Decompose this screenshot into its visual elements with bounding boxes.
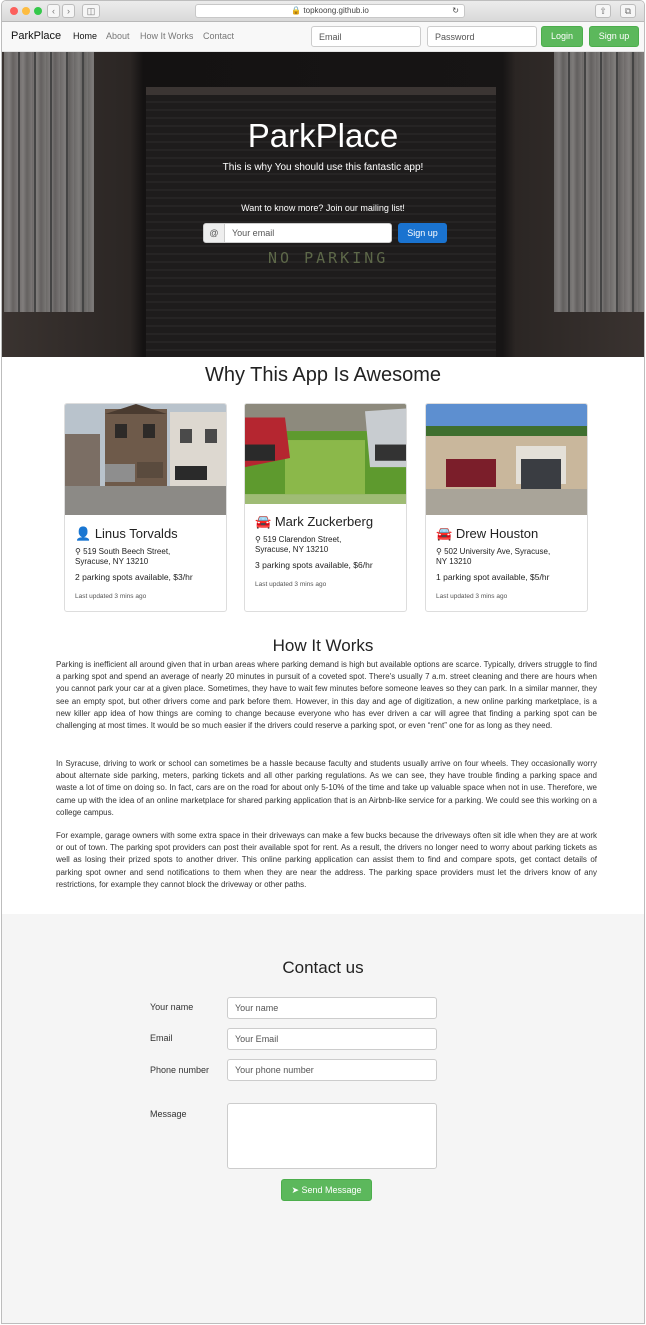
right-window-bars xyxy=(554,52,644,312)
send-message-button[interactable]: ➤ Send Message xyxy=(281,1179,372,1201)
left-window-bars xyxy=(4,52,94,312)
close-window-icon[interactable] xyxy=(10,7,18,15)
map-marker-icon: ⚲ xyxy=(436,547,442,556)
paper-plane-icon: ➤ xyxy=(291,1185,299,1195)
login-password-input[interactable]: Password xyxy=(427,26,537,47)
nav-about[interactable]: About xyxy=(106,31,130,41)
card-updated: Last updated 3 mins ago xyxy=(75,593,147,600)
contact-title: Contact us xyxy=(282,958,364,977)
how-paragraph: For example, garage owners with some ext… xyxy=(56,831,597,889)
listing-card[interactable]: 🚘 Mark Zuckerberg ⚲ 519 Clarendon Street… xyxy=(244,403,407,612)
lock-icon: 🔒 xyxy=(291,6,302,15)
garage-photo xyxy=(426,404,587,515)
card-address: ⚲ 519 Clarendon Street, Syracuse, NY 132… xyxy=(255,535,342,554)
browser-window: ‹ › ◫ 🔒 topkoong.github.io ↻ ⇧ ⧉ ParkPla… xyxy=(1,0,645,1324)
phone-input[interactable]: Your phone number xyxy=(227,1059,437,1081)
nav-home[interactable]: Home xyxy=(73,31,97,41)
nav-how-it-works[interactable]: How It Works xyxy=(140,31,193,41)
card-address: ⚲ 519 South Beech Street, Syracuse, NY 1… xyxy=(75,547,171,566)
mailing-signup-button[interactable]: Sign up xyxy=(398,223,447,243)
card-address: ⚲ 502 University Ave, Syracuse, NY 13210 xyxy=(436,547,551,566)
hero-subtitle: This is why You should use this fantasti… xyxy=(222,162,424,173)
tabs-icon[interactable]: ⧉ xyxy=(620,4,636,18)
mailing-email-input[interactable]: Your email xyxy=(224,223,392,243)
user-icon: 👤 xyxy=(75,526,92,541)
email-input[interactable]: Your Email xyxy=(227,1028,437,1050)
nav-signup-button[interactable]: Sign up xyxy=(589,26,639,47)
no-parking-sign: NO PARKING xyxy=(268,249,389,267)
card-updated: Last updated 3 mins ago xyxy=(436,593,508,600)
why-title: Why This App Is Awesome xyxy=(204,364,442,386)
message-textarea[interactable] xyxy=(227,1103,437,1169)
map-marker-icon: ⚲ xyxy=(255,535,261,544)
zoom-window-icon[interactable] xyxy=(34,7,42,15)
card-updated: Last updated 3 mins ago xyxy=(255,581,327,588)
browser-toolbar: ‹ › ◫ 🔒 topkoong.github.io ↻ ⇧ ⧉ xyxy=(2,1,644,22)
how-paragraph: Parking is inefficient all around given … xyxy=(56,660,597,731)
back-icon[interactable]: ‹ xyxy=(47,4,60,18)
name-label: Your name xyxy=(150,1002,194,1012)
card-spots: 3 parking spots available, $6/hr xyxy=(255,560,373,570)
card-spots: 2 parking spots available, $3/hr xyxy=(75,572,193,582)
minimize-window-icon[interactable] xyxy=(22,7,30,15)
how-title: How It Works xyxy=(272,636,374,655)
car-icon: 🚘 xyxy=(436,526,453,541)
card-owner-name: 👤 Linus Torvalds xyxy=(75,526,178,541)
login-button[interactable]: Login xyxy=(541,26,583,47)
listing-card[interactable]: 👤 Linus Torvalds ⚲ 519 South Beech Stree… xyxy=(64,403,227,612)
mailing-list-text: Want to know more? Join our mailing list… xyxy=(241,203,405,213)
nav-contact[interactable]: Contact xyxy=(203,31,234,41)
hero-section: NO PARKING ParkPlace This is why You sho… xyxy=(2,52,644,357)
how-paragraph: In Syracuse, driving to work or school c… xyxy=(56,759,597,817)
name-input[interactable]: Your name xyxy=(227,997,437,1019)
navbar: ParkPlace Home About How It Works Contac… xyxy=(2,22,644,52)
card-owner-name: 🚘 Drew Houston xyxy=(436,526,539,541)
login-email-input[interactable]: Email xyxy=(311,26,421,47)
reload-icon[interactable]: ↻ xyxy=(452,5,459,17)
share-icon[interactable]: ⇧ xyxy=(595,4,611,18)
sidebar-icon[interactable]: ◫ xyxy=(82,4,100,18)
at-addon: @ xyxy=(203,223,225,243)
house-photo xyxy=(65,404,226,515)
message-label: Message xyxy=(150,1109,187,1119)
brand-link[interactable]: ParkPlace xyxy=(11,30,61,42)
car-icon: 🚘 xyxy=(255,514,272,529)
forward-icon[interactable]: › xyxy=(62,4,75,18)
hero-title: ParkPlace xyxy=(247,117,399,154)
card-spots: 1 parking spot available, $5/hr xyxy=(436,572,550,582)
phone-label: Phone number xyxy=(150,1065,210,1075)
driveway-photo xyxy=(245,404,406,504)
listing-card[interactable]: 🚘 Drew Houston ⚲ 502 University Ave, Syr… xyxy=(425,403,588,612)
map-marker-icon: ⚲ xyxy=(75,547,81,556)
address-bar[interactable]: 🔒 topkoong.github.io ↻ xyxy=(195,4,465,18)
email-label: Email xyxy=(150,1033,173,1043)
card-owner-name: 🚘 Mark Zuckerberg xyxy=(255,514,374,529)
url-text: topkoong.github.io xyxy=(303,6,369,15)
